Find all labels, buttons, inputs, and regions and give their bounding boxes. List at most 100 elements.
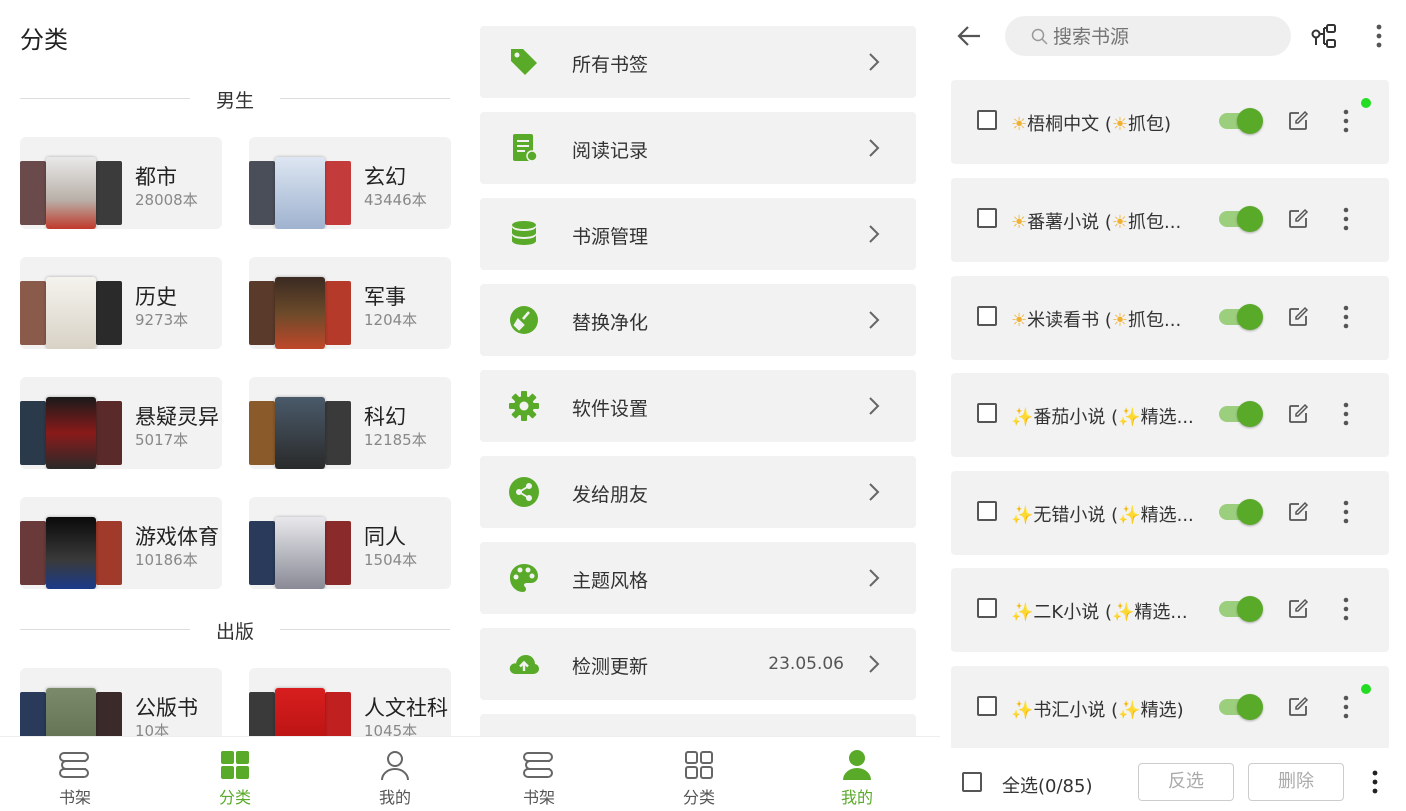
version-value: 23.05.06 [768,654,844,674]
source-row[interactable]: ☀番薯小说 (☀抓包... [951,178,1389,262]
menu-replace-purify[interactable]: 替换净化 [480,284,916,356]
sparkle-icon: ✨ [1118,700,1141,721]
delete-button[interactable]: 删除 [1248,763,1344,801]
enable-toggle[interactable] [1217,596,1263,622]
source-tag-text: 抓包) [1128,114,1172,135]
row-checkbox[interactable] [977,110,997,130]
sparkle-icon: ✨ [1118,407,1141,428]
row-checkbox[interactable] [977,306,997,326]
enable-toggle[interactable] [1217,694,1263,720]
source-row[interactable]: ✨书汇小说 (✨精选) [951,666,1389,750]
edit-icon[interactable] [1287,696,1309,718]
source-tag-text: 精选... [1140,407,1194,428]
source-name: ☀米读看书 (☀抓包... [1011,306,1211,332]
enable-toggle[interactable] [1217,108,1263,134]
share-icon [509,477,539,507]
menu-label: 主题风格 [572,570,649,592]
book-covers-image [249,277,354,349]
broom-icon [510,306,538,334]
more-vertical-icon[interactable] [1343,108,1349,134]
nav-label: 分类 [218,788,251,807]
nav-mine[interactable]: 我的 [340,749,450,808]
category-card-youxi[interactable]: 游戏体育 10186本 [20,497,222,589]
source-row[interactable]: ☀梧桐中文 (☀抓包) [951,80,1389,164]
cloud-upload-icon [509,655,539,674]
nav-mine[interactable]: 我的 [802,749,912,808]
category-card-lishi[interactable]: 历史 9273本 [20,257,222,349]
edit-icon[interactable] [1287,110,1309,132]
bottom-navigation: 书架 分类 我的 [470,736,940,811]
sparkle-icon: ✨ [1011,700,1034,721]
edit-icon[interactable] [1287,403,1309,425]
back-arrow-icon[interactable] [956,24,982,48]
more-vertical-icon[interactable] [1343,304,1349,330]
more-vertical-icon[interactable] [1343,694,1349,720]
category-name: 人文社科 [364,696,448,720]
menu-check-update[interactable]: 检测更新 23.05.06 [480,628,916,700]
source-row[interactable]: ☀米读看书 (☀抓包... [951,276,1389,360]
menu-app-settings[interactable]: 软件设置 [480,370,916,442]
more-vertical-icon[interactable] [1343,206,1349,232]
more-vertical-icon[interactable] [1343,499,1349,525]
select-all-label[interactable]: 全选(0/85) [1002,772,1092,798]
select-all-checkbox[interactable] [962,772,982,792]
source-row[interactable]: ✨番茄小说 (✨精选... [951,373,1389,457]
more-vertical-icon[interactable] [1343,596,1349,622]
category-count: 1204本 [364,311,418,329]
source-row[interactable]: ✨无错小说 (✨精选... [951,471,1389,555]
group-hierarchy-icon[interactable] [1310,22,1338,50]
nav-category[interactable]: 分类 [644,749,754,808]
source-row[interactable]: ✨二K小说 (✨精选... [951,568,1389,652]
nav-label: 我的 [840,788,873,807]
category-card-junshi[interactable]: 军事 1204本 [249,257,451,349]
invert-selection-button[interactable]: 反选 [1138,763,1234,801]
row-checkbox[interactable] [977,501,997,521]
row-checkbox[interactable] [977,208,997,228]
menu-label: 书源管理 [572,226,649,248]
edit-icon[interactable] [1287,208,1309,230]
category-name: 悬疑灵异 [135,405,219,429]
menu-theme-style[interactable]: 主题风格 [480,542,916,614]
row-checkbox[interactable] [977,598,997,618]
category-count: 1504本 [364,551,418,569]
category-name: 都市 [135,165,177,189]
edit-icon[interactable] [1287,598,1309,620]
nav-category[interactable]: 分类 [180,749,290,808]
enable-toggle[interactable] [1217,499,1263,525]
section-header-male: 男生 [20,86,450,112]
nav-bookshelf[interactable]: 书架 [20,749,130,808]
enable-toggle[interactable] [1217,304,1263,330]
category-card-xuanhuan[interactable]: 玄幻 43446本 [249,137,451,229]
category-card-xuanyi[interactable]: 悬疑灵异 5017本 [20,377,222,469]
star-icon: ☀ [1011,212,1028,233]
more-vertical-icon[interactable] [1376,24,1382,48]
menu-label: 替换净化 [572,312,649,334]
nav-label: 书架 [522,788,555,807]
bottom-navigation: 书架 分类 我的 [0,736,470,811]
menu-label: 软件设置 [572,398,649,420]
source-tag-text: 精选) [1140,700,1184,721]
category-card-kehuan[interactable]: 科幻 12185本 [249,377,451,469]
category-name: 同人 [364,525,406,549]
edit-icon[interactable] [1287,306,1309,328]
category-card-dushi[interactable]: 都市 28008本 [20,137,222,229]
row-checkbox[interactable] [977,696,997,716]
row-checkbox[interactable] [977,403,997,423]
category-card-tongren[interactable]: 同人 1504本 [249,497,451,589]
category-name: 军事 [364,285,406,309]
search-input[interactable] [1051,24,1275,50]
more-vertical-icon[interactable] [1343,401,1349,427]
star-icon: ☀ [1011,310,1028,331]
edit-icon[interactable] [1287,501,1309,523]
enable-toggle[interactable] [1217,401,1263,427]
book-source-screen: ☀梧桐中文 (☀抓包) ☀番薯小说 (☀抓包... ☀米读看书 (☀抓包... … [940,0,1406,811]
more-vertical-icon[interactable] [1372,770,1378,794]
menu-share-friends[interactable]: 发给朋友 [480,456,916,528]
menu-reading-record[interactable]: 阅读记录 [480,112,916,184]
nav-bookshelf[interactable]: 书架 [484,749,594,808]
search-box[interactable] [1005,16,1291,56]
enable-toggle[interactable] [1217,206,1263,232]
chevron-right-icon [869,397,880,415]
menu-all-bookmarks[interactable]: 所有书签 [480,26,916,98]
menu-source-manage[interactable]: 书源管理 [480,198,916,270]
